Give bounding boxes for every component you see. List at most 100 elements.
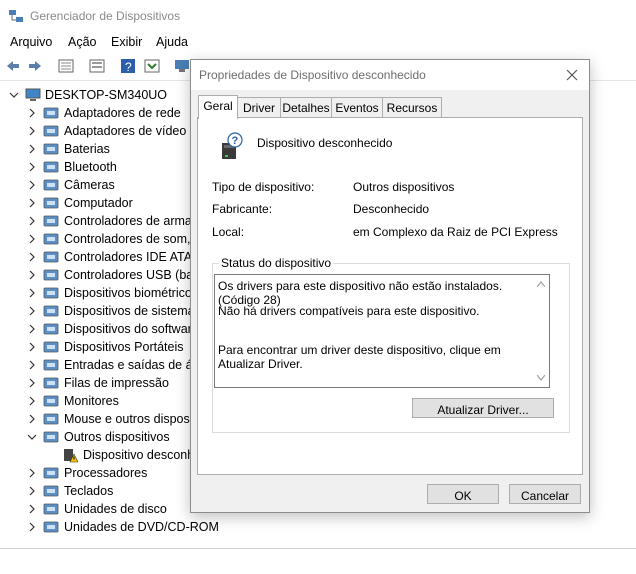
chevron-right-icon[interactable] [27, 378, 37, 388]
audio-io-icon [43, 359, 59, 371]
device-type-value: Outros dispositivos [353, 180, 455, 194]
tree-item[interactable]: Adaptadores de rede [0, 104, 200, 122]
portable-device-icon [43, 341, 59, 353]
tree-item-label: Computador [64, 196, 133, 210]
chevron-right-icon[interactable] [27, 144, 37, 154]
unknown-device-icon: ? [222, 132, 243, 159]
help-icon[interactable]: ? [120, 58, 136, 74]
tab-resources[interactable]: Recursos [382, 97, 442, 118]
tree-item[interactable]: Processadores [0, 464, 200, 482]
tree-item[interactable]: Dispositivos Portáteis [0, 338, 200, 356]
chevron-down-icon[interactable] [9, 90, 19, 100]
tree-item[interactable]: Mouse e outros disposit [0, 410, 200, 428]
chevron-right-icon[interactable] [27, 486, 37, 496]
tree-item-label: Dispositivos Portáteis [64, 340, 184, 354]
tree-item[interactable]: Unidades de disco [0, 500, 200, 518]
action-pane-icon[interactable] [144, 58, 160, 74]
device-status-textbox[interactable]: Os drivers para este dispositivo não est… [214, 274, 550, 388]
chevron-right-icon[interactable] [27, 306, 37, 316]
tree-item[interactable]: Outros dispositivos [0, 428, 200, 446]
tree-item-label: Bluetooth [64, 160, 117, 174]
list-view-icon[interactable] [89, 58, 105, 74]
chevron-down-icon[interactable] [27, 432, 37, 442]
location-label: Local: [212, 225, 245, 239]
tree-item[interactable]: Controladores de armaz [0, 212, 200, 230]
tree-item[interactable]: Filas de impressão [0, 374, 200, 392]
menu-bar: Arquivo Ação Exibir Ajuda [0, 32, 636, 54]
chevron-right-icon[interactable] [27, 324, 37, 334]
tab-driver[interactable]: Driver [237, 97, 281, 118]
tree-item[interactable]: Dispositivos de sistema [0, 302, 200, 320]
tree-child-item[interactable]: Dispositivo desconh [0, 446, 200, 464]
chevron-right-icon[interactable] [27, 126, 37, 136]
tree-item[interactable]: Monitores [0, 392, 200, 410]
tree-item[interactable]: Controladores IDE ATA/A [0, 248, 204, 266]
device-status-legend: Status do dispositivo [219, 256, 334, 270]
chevron-right-icon[interactable] [27, 468, 37, 478]
chevron-right-icon[interactable] [27, 108, 37, 118]
usb-icon [43, 269, 59, 281]
tree-root-label: DESKTOP-SM340UO [45, 88, 168, 102]
tab-events[interactable]: Eventos [331, 97, 383, 118]
tree-item[interactable]: Computador [0, 194, 200, 212]
ok-button[interactable]: OK [427, 484, 499, 504]
status-bar [0, 548, 636, 574]
menu-view[interactable]: Exibir [111, 35, 142, 49]
tree-item[interactable]: Câmeras [0, 176, 200, 194]
cancel-button[interactable]: Cancelar [509, 484, 581, 504]
close-icon[interactable] [563, 66, 581, 84]
chevron-right-icon[interactable] [27, 270, 37, 280]
tree-item[interactable]: Dispositivos biométricos [0, 284, 200, 302]
software-device-icon [43, 323, 59, 335]
menu-help[interactable]: Ajuda [156, 35, 188, 49]
chevron-right-icon[interactable] [27, 504, 37, 514]
chevron-right-icon[interactable] [27, 360, 37, 370]
tree-item[interactable]: Baterias [0, 140, 200, 158]
tree-item[interactable]: Dispositivos do software [0, 320, 200, 338]
back-arrow-icon[interactable] [5, 58, 21, 74]
tab-details[interactable]: Detalhes [280, 97, 332, 118]
chevron-right-icon[interactable] [27, 342, 37, 352]
tab-general[interactable]: Geral [198, 95, 238, 119]
battery-icon [43, 143, 59, 155]
computer-icon [43, 197, 59, 209]
forward-arrow-icon[interactable] [27, 58, 43, 74]
menu-action[interactable]: Ação [68, 35, 97, 49]
chevron-right-icon[interactable] [27, 522, 37, 532]
chevron-right-icon[interactable] [27, 414, 37, 424]
tree-item[interactable]: Bluetooth [0, 158, 200, 176]
tree-item-label: Entradas e saídas de áud [64, 358, 207, 372]
tree-item[interactable]: Unidades de DVD/CD-ROM [0, 518, 219, 536]
tree-root[interactable]: DESKTOP-SM340UO [0, 86, 200, 104]
scroll-down-arrow-icon[interactable] [537, 375, 545, 381]
properties-dialog: Propriedades de Dispositivo desconhecido… [190, 59, 590, 513]
svg-text:?: ? [232, 135, 239, 147]
chevron-right-icon[interactable] [27, 288, 37, 298]
chevron-right-icon[interactable] [27, 162, 37, 172]
tree-item-label: Baterias [64, 142, 110, 156]
general-tab-panel: ? Dispositivo desconhecido Tipo de dispo… [197, 117, 583, 475]
tree-item-label: Dispositivo desconh [83, 448, 195, 462]
chevron-right-icon[interactable] [27, 396, 37, 406]
chevron-right-icon[interactable] [27, 252, 37, 262]
update-driver-button[interactable]: Atualizar Driver... [412, 398, 554, 418]
tree-item-label: Adaptadores de rede [64, 106, 181, 120]
dialog-titlebar: Propriedades de Dispositivo desconhecido [191, 60, 589, 90]
scroll-up-arrow-icon[interactable] [537, 281, 545, 287]
chevron-right-icon[interactable] [27, 216, 37, 226]
tree-item-label: Unidades de disco [64, 502, 167, 516]
chevron-right-icon[interactable] [27, 198, 37, 208]
tree-item[interactable]: Adaptadores de vídeo [0, 122, 200, 140]
menu-file[interactable]: Arquivo [10, 35, 52, 49]
chevron-right-icon[interactable] [27, 234, 37, 244]
tree-item[interactable]: Entradas e saídas de áud [0, 356, 206, 374]
properties-sheet-icon[interactable] [58, 58, 74, 74]
tree-item[interactable]: Teclados [0, 482, 200, 500]
tree-item[interactable]: Controladores USB (barr [0, 266, 202, 284]
keyboard-icon [43, 485, 59, 497]
device-type-label: Tipo de dispositivo: [212, 180, 315, 194]
tree-item-label: Monitores [64, 394, 119, 408]
scan-hardware-icon[interactable] [174, 58, 190, 74]
chevron-right-icon[interactable] [27, 180, 37, 190]
tree-item[interactable]: Controladores de som, v [0, 230, 200, 248]
